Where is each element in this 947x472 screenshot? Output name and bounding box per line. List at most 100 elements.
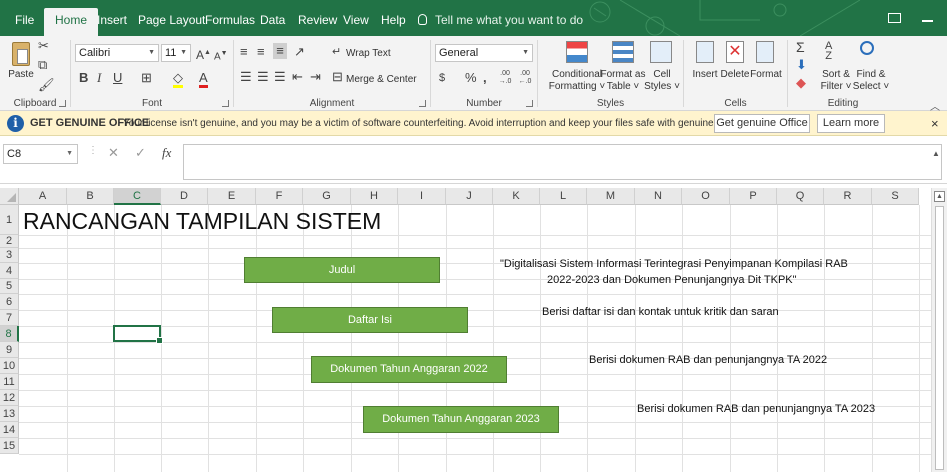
row-header-5[interactable]: 5 <box>0 279 19 294</box>
scroll-up-icon[interactable]: ▲ <box>934 191 945 202</box>
paste-button[interactable]: Paste <box>8 69 34 81</box>
tell-me-search[interactable]: Tell me what you want to do <box>418 13 583 27</box>
format-as-table-button[interactable]: Format as Table ˅ <box>600 69 646 93</box>
comma-icon[interactable]: , <box>483 71 487 85</box>
increase-decimal-icon[interactable]: .00 →.0 <box>497 70 513 86</box>
cell-styles-button[interactable]: Cell Styles ˅ <box>642 69 682 93</box>
worksheet-grid[interactable]: ABCDEFGHIJKLMNOPQRS 1 2 3 4 5 6 7 8 9 10 11 12 13 14 1… <box>0 184 947 472</box>
row-header-3[interactable]: 3 <box>0 248 19 263</box>
font-color-icon[interactable]: A <box>199 71 208 88</box>
decrease-font-icon[interactable]: A▼ <box>214 47 228 64</box>
number-format-dropdown[interactable]: General ▼ <box>435 44 533 62</box>
align-right-icon[interactable]: ☰ <box>274 70 286 84</box>
font-size-dropdown[interactable]: 11 ▼ <box>161 44 191 62</box>
column-header-k[interactable]: K <box>493 188 540 205</box>
enter-icon[interactable]: ✓ <box>135 145 146 161</box>
column-header-h[interactable]: H <box>351 188 398 205</box>
row-header-4[interactable]: 4 <box>0 263 19 279</box>
currency-icon[interactable]: $ <box>439 71 445 85</box>
dokumen-2023-button[interactable]: Dokumen Tahun Anggaran 2023 <box>363 406 559 433</box>
tab-file[interactable]: File <box>4 8 45 36</box>
column-header-s[interactable]: S <box>872 188 919 205</box>
name-box[interactable]: C8 ▼ <box>3 144 78 164</box>
align-middle-icon[interactable]: ≡ <box>257 45 265 59</box>
cancel-icon[interactable]: ✕ <box>108 145 119 161</box>
clear-icon[interactable]: ◆ <box>796 76 806 90</box>
column-header-r[interactable]: R <box>824 188 872 205</box>
underline-button[interactable]: U <box>113 71 122 85</box>
row-header-15[interactable]: 15 <box>0 438 19 454</box>
column-header-m[interactable]: M <box>587 188 635 205</box>
autosum-icon[interactable]: Σ <box>796 40 805 54</box>
merge-center-icon[interactable]: ⊟ <box>332 70 343 84</box>
align-bottom-icon[interactable]: ≡ <box>273 43 287 59</box>
decrease-indent-icon[interactable]: ⇤ <box>292 70 303 84</box>
row-header-1[interactable]: 1 <box>0 205 19 235</box>
merge-center-button[interactable]: Merge & Center <box>346 74 417 86</box>
fill-icon[interactable]: ⬇ <box>796 58 807 72</box>
fill-color-icon[interactable]: ◇ <box>173 71 183 88</box>
row-header-7[interactable]: 7 <box>0 310 19 326</box>
cell-styles-icon[interactable] <box>650 41 672 63</box>
align-top-icon[interactable]: ≡ <box>240 45 248 59</box>
column-header-l[interactable]: L <box>540 188 587 205</box>
column-header-j[interactable]: J <box>446 188 493 205</box>
judul-button[interactable]: Judul <box>244 257 440 283</box>
scrollbar-thumb[interactable] <box>935 206 944 470</box>
column-header-a[interactable]: A <box>19 188 67 205</box>
alignment-launcher-icon[interactable] <box>419 100 426 107</box>
delete-cells-icon[interactable]: ✕ <box>726 41 744 63</box>
column-header-b[interactable]: B <box>67 188 114 205</box>
align-left-icon[interactable]: ☰ <box>240 70 252 84</box>
learn-more-button[interactable]: Learn more <box>817 114 885 133</box>
borders-icon[interactable]: ⊞ <box>141 71 152 85</box>
font-launcher-icon[interactable] <box>222 100 229 107</box>
active-cell[interactable] <box>113 325 163 344</box>
format-cells-button[interactable]: Format <box>750 69 782 81</box>
select-all-button[interactable] <box>0 188 19 205</box>
formula-input[interactable] <box>183 144 942 180</box>
cut-icon[interactable]: ✂ <box>38 39 49 53</box>
find-select-button[interactable]: Find & Select ˅ <box>852 69 890 93</box>
column-header-c[interactable]: C <box>114 188 161 205</box>
sort-filter-icon[interactable]: AZ <box>825 41 832 62</box>
row-header-8[interactable]: 8 <box>0 326 19 342</box>
column-header-o[interactable]: O <box>682 188 730 205</box>
column-header-q[interactable]: Q <box>777 188 824 205</box>
column-header-e[interactable]: E <box>208 188 256 205</box>
copy-icon[interactable]: ⧉ <box>38 58 47 72</box>
delete-cells-button[interactable]: Delete <box>720 69 750 81</box>
expand-icon[interactable] <box>922 20 933 22</box>
close-icon[interactable]: × <box>931 116 939 131</box>
format-cells-icon[interactable] <box>756 41 774 63</box>
dokumen-2022-button[interactable]: Dokumen Tahun Anggaran 2022 <box>311 356 507 383</box>
font-name-dropdown[interactable]: Calibri ▼ <box>75 44 159 62</box>
find-select-icon[interactable] <box>860 41 874 55</box>
column-header-p[interactable]: P <box>730 188 777 205</box>
bold-button[interactable]: B <box>79 71 88 85</box>
row-header-13[interactable]: 13 <box>0 406 19 422</box>
row-header-10[interactable]: 10 <box>0 358 19 374</box>
row-header-9[interactable]: 9 <box>0 342 19 358</box>
italic-button[interactable]: I <box>97 71 101 85</box>
get-genuine-office-button[interactable]: Get genuine Office <box>714 114 810 133</box>
insert-cells-button[interactable]: Insert <box>690 69 720 81</box>
increase-indent-icon[interactable]: ⇥ <box>310 70 321 84</box>
increase-font-icon[interactable]: A▲ <box>196 46 211 62</box>
insert-cells-icon[interactable] <box>696 41 714 63</box>
format-as-table-icon[interactable] <box>612 41 634 63</box>
percent-icon[interactable]: % <box>465 71 477 85</box>
comment-icon[interactable] <box>888 13 901 23</box>
insert-function-icon[interactable]: fx <box>162 145 171 161</box>
number-launcher-icon[interactable] <box>526 100 533 107</box>
column-header-i[interactable]: I <box>398 188 446 205</box>
row-header-6[interactable]: 6 <box>0 294 19 310</box>
row-header-2[interactable]: 2 <box>0 235 19 248</box>
tab-help[interactable]: Help <box>370 8 417 36</box>
paste-icon[interactable] <box>12 42 30 66</box>
wrap-text-button[interactable]: Wrap Text <box>346 48 391 60</box>
column-header-f[interactable]: F <box>256 188 303 205</box>
align-center-icon[interactable]: ☰ <box>257 70 269 84</box>
column-header-d[interactable]: D <box>161 188 208 205</box>
clipboard-launcher-icon[interactable] <box>59 100 66 107</box>
